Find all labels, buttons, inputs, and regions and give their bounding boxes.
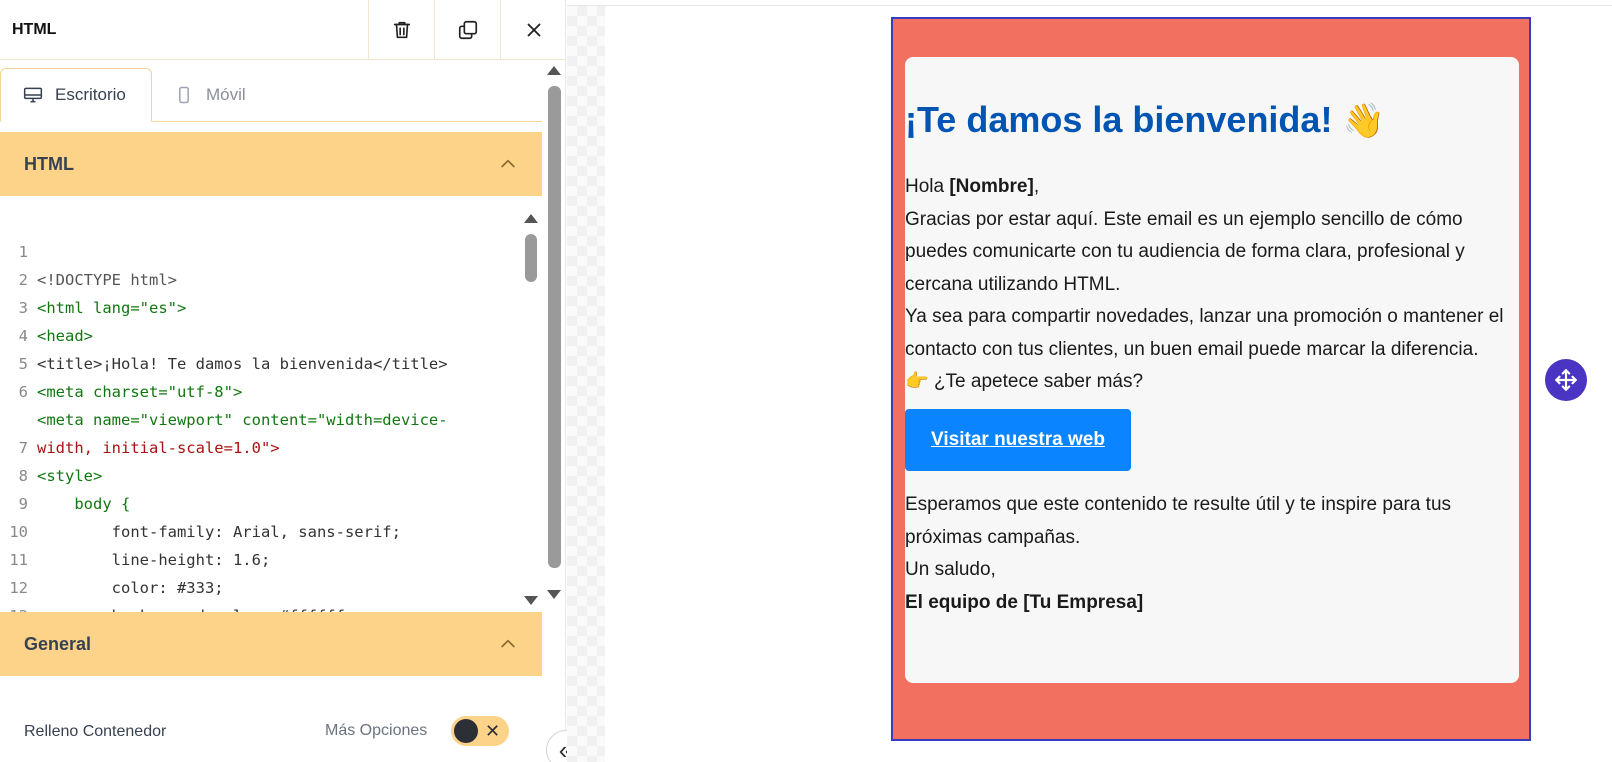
email-html-block[interactable]: ¡Te damos la bienvenida! 👋 Hola [Nombre]… — [891, 17, 1531, 741]
device-tabs: Escritorio Móvil — [0, 68, 542, 122]
chevron-up-icon — [501, 639, 515, 648]
code-line: 6 <meta name="viewport" content="width=d… — [18, 383, 448, 429]
close-button[interactable] — [500, 0, 565, 60]
mobile-icon — [179, 86, 189, 104]
waving-hand-icon: 👋 — [1342, 102, 1385, 140]
code-line: 12 background-color: #ffffff; — [9, 579, 354, 612]
toggle-knob — [454, 719, 478, 743]
move-icon — [1555, 369, 1577, 391]
code-line: 3 <head> — [18, 299, 93, 345]
panel-scrollbar-thumb[interactable] — [548, 86, 561, 568]
code-line: 7 <style> — [18, 439, 103, 485]
chevron-up-icon — [501, 159, 515, 168]
panel-scroll-up-icon[interactable] — [547, 66, 561, 75]
panel-header: HTML — [0, 0, 565, 60]
delete-button[interactable] — [368, 0, 434, 60]
html-section-title: HTML — [24, 153, 74, 174]
email-salutation: Un saludo, — [905, 559, 996, 580]
email-footer: Esperamos que este contenido te resulte … — [905, 489, 1519, 619]
tab-mobile[interactable]: Móvil — [152, 68, 268, 122]
email-canvas: ¡Te damos la bienvenida! 👋 Hola [Nombre]… — [567, 0, 1612, 762]
email-body: Hola [Nombre], Gracias por estar aquí. E… — [905, 171, 1519, 399]
tab-desktop-label: Escritorio — [55, 85, 126, 104]
canvas-checker-strip — [567, 6, 605, 762]
pointing-hand-icon: 👉 — [905, 371, 929, 392]
visit-website-button[interactable]: Visitar nuestra web — [905, 409, 1131, 471]
general-section-title: General — [24, 633, 92, 654]
code-scrollbar-thumb[interactable] — [525, 234, 537, 282]
email-paragraph-1: Gracias por estar aquí. Este email es un… — [905, 208, 1465, 295]
email-closing: Esperamos que este contenido te resulte … — [905, 494, 1452, 548]
trash-icon — [393, 21, 410, 39]
canvas-divider — [567, 5, 1612, 6]
email-signature: El equipo de [Tu Empresa] — [905, 591, 1144, 613]
container-padding-option: Relleno Contenedor Más Opciones ✕ — [0, 700, 542, 762]
html-editor-panel: HTML Escritorio Móvil HTML 1 <!DOCTYPE h… — [0, 0, 566, 762]
code-line: 11 color: #333; — [9, 551, 224, 597]
email-cta-question: 👉 ¿Te apetece saber más? — [905, 371, 1144, 392]
email-heading: ¡Te damos la bienvenida! 👋 — [905, 99, 1385, 140]
tab-desktop[interactable]: Escritorio — [0, 68, 152, 122]
tab-mobile-label: Móvil — [206, 85, 246, 104]
code-line: 1 <!DOCTYPE html> — [18, 243, 177, 289]
code-scroll-down-icon[interactable] — [524, 596, 538, 605]
move-block-handle[interactable] — [1545, 359, 1587, 401]
code-line: 13 } — [0, 574, 56, 612]
copy-icon — [458, 20, 477, 40]
code-line: 9 font-family: Arial, sans-serif; — [18, 495, 401, 541]
email-paragraph-2: Ya sea para compartir novedades, lanzar … — [905, 306, 1504, 360]
code-line: 2 <html lang="es"> — [18, 271, 187, 317]
desktop-icon — [23, 87, 43, 103]
panel-scroll-down-icon[interactable] — [547, 590, 561, 599]
panel-title: HTML — [12, 21, 57, 38]
more-options-toggle[interactable]: ✕ — [451, 716, 509, 746]
code-line: 8 body { — [18, 467, 131, 513]
close-icon — [527, 23, 540, 37]
duplicate-button[interactable] — [434, 0, 500, 60]
html-section-header[interactable]: HTML — [0, 132, 542, 196]
toggle-off-icon: ✕ — [485, 721, 501, 741]
code-line: 4 <title>¡Hola! Te damos la bienvenida</… — [18, 327, 448, 373]
more-options-label: Más Opciones — [325, 722, 428, 739]
email-greeting: Hola [Nombre], — [905, 176, 1040, 197]
code-line: width, initial-scale=1.0"> — [37, 439, 280, 457]
code-line: 10 line-height: 1.6; — [9, 523, 271, 569]
next-block-tab[interactable] — [903, 752, 1021, 762]
code-editor[interactable]: 1 <!DOCTYPE html> 2 <html lang="es"> 3 <… — [0, 196, 542, 612]
general-section-header[interactable]: General — [0, 612, 542, 676]
code-line: 5 <meta charset="utf-8"> — [18, 355, 243, 401]
container-padding-label: Relleno Contenedor — [24, 723, 167, 740]
email-content-card: ¡Te damos la bienvenida! 👋 Hola [Nombre]… — [905, 57, 1519, 683]
code-scroll-up-icon[interactable] — [524, 214, 538, 223]
